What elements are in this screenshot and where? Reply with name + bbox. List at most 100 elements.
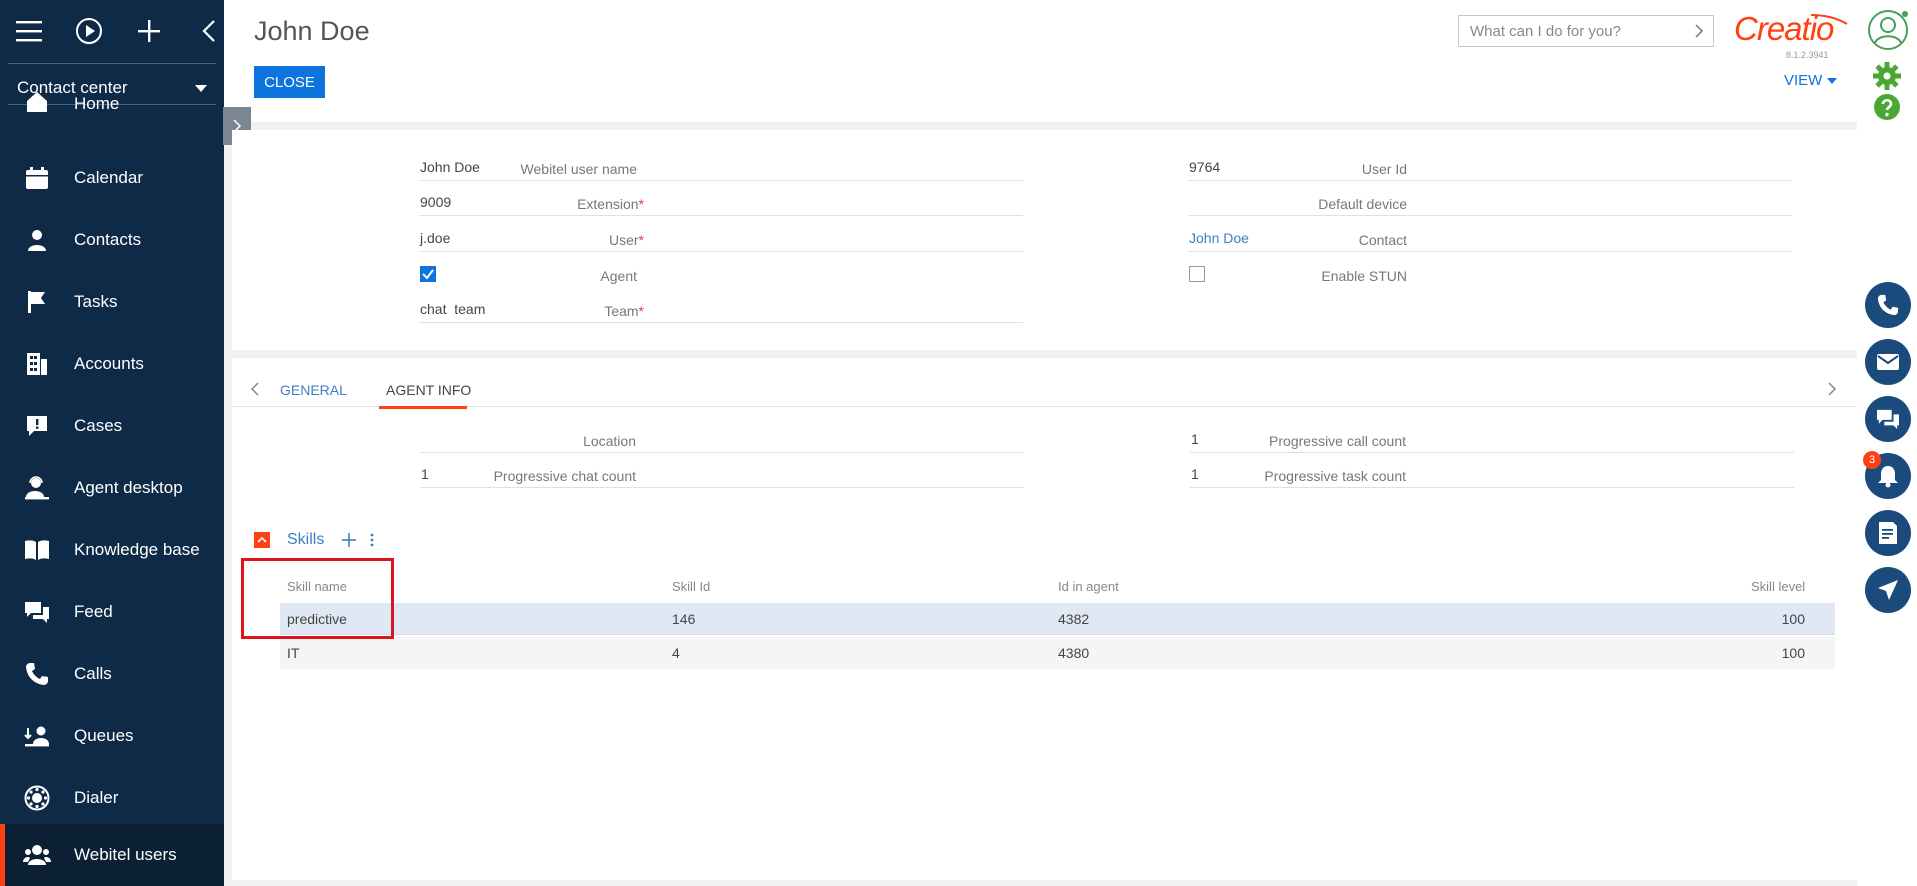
- notification-count-badge: 3: [1863, 451, 1881, 469]
- checkmark-icon: [422, 269, 434, 280]
- collapse-sidebar-icon[interactable]: [194, 16, 224, 46]
- webitel-user-name-field[interactable]: John Doe: [419, 153, 1023, 181]
- view-label: VIEW: [1784, 72, 1823, 89]
- tasks-flag-icon: [0, 290, 74, 314]
- communication-panel: [1857, 0, 1917, 886]
- user-field[interactable]: j.doe: [419, 224, 1023, 252]
- cases-icon: [0, 414, 74, 438]
- command-search-input[interactable]: What can I do for you?: [1458, 15, 1714, 47]
- contact-link[interactable]: John Doe: [1188, 224, 1792, 252]
- sidebar-item-home[interactable]: Home: [0, 86, 224, 114]
- sidebar-item-queues[interactable]: Queues: [0, 708, 224, 764]
- sidebar-item-label: Contacts: [74, 230, 142, 249]
- more-options-icon[interactable]: [370, 533, 374, 547]
- tab-bar: GENERAL AGENT INFO: [232, 358, 1865, 409]
- email-icon: [1877, 354, 1899, 370]
- contacts-icon: [0, 228, 74, 252]
- sidebar-item-webitel-users[interactable]: Webitel users: [0, 824, 224, 886]
- sidebar-item-label: Cases: [74, 416, 123, 435]
- gear-icon[interactable]: [1872, 61, 1902, 91]
- enable-stun-label: Enable STUN: [1321, 268, 1407, 284]
- view-button[interactable]: VIEW: [1784, 72, 1838, 89]
- sidebar-item-label: Tasks: [74, 292, 118, 311]
- close-button[interactable]: CLOSE: [254, 66, 325, 98]
- highlight-annotation-box: [241, 558, 394, 639]
- column-header-id-in-agent[interactable]: Id in agent: [1058, 579, 1119, 594]
- home-icon: [0, 90, 74, 114]
- sidebar-item-label: Agent desktop: [74, 478, 183, 497]
- progressive-chat-count-field[interactable]: 1: [420, 460, 1024, 488]
- tab-agent-info[interactable]: AGENT INFO: [386, 382, 471, 398]
- sidebar-item-label: Knowledge base: [74, 540, 200, 559]
- sidebar-item-label: Accounts: [74, 354, 144, 373]
- id-in-agent-cell: 4380: [1058, 645, 1090, 661]
- user-profile-avatar-icon[interactable]: [1866, 8, 1910, 52]
- sidebar-item-cases[interactable]: Cases: [0, 398, 224, 454]
- skills-title: Skills: [287, 531, 325, 548]
- column-header-skill-id[interactable]: Skill Id: [672, 579, 710, 594]
- document-icon: [1879, 522, 1897, 544]
- chevron-right-icon[interactable]: [1828, 382, 1837, 396]
- chevron-up-icon: [257, 536, 267, 543]
- sidebar-item-feed[interactable]: Feed: [0, 584, 224, 640]
- agent-desktop-icon: [0, 476, 74, 500]
- id-in-agent-cell: 4382: [1058, 611, 1090, 627]
- accounts-building-icon: [0, 352, 74, 376]
- team-field[interactable]: chat team: [419, 295, 1023, 323]
- sidebar-item-tasks[interactable]: Tasks: [0, 274, 224, 330]
- divider: [8, 63, 216, 64]
- skill-level-cell: 100: [1781, 645, 1805, 661]
- chevron-left-icon[interactable]: [250, 382, 259, 396]
- collapse-detail-button[interactable]: [254, 532, 270, 548]
- sidebar-item-contacts[interactable]: Contacts: [0, 212, 224, 268]
- table-row[interactable]: IT 4 4380 100: [280, 637, 1835, 669]
- search-placeholder: What can I do for you?: [1470, 22, 1621, 40]
- calls-phone-icon: [0, 662, 74, 686]
- sidebar: Contact center Home Calendar Contacts Ta…: [0, 0, 224, 886]
- bell-icon: [1878, 466, 1898, 488]
- tab-general[interactable]: GENERAL: [280, 382, 347, 398]
- webitel-users-icon: [0, 843, 74, 867]
- sidebar-item-label: Dialer: [74, 788, 119, 807]
- sidebar-toolbar: [0, 0, 224, 62]
- sidebar-item-calls[interactable]: Calls: [0, 646, 224, 702]
- default-device-field[interactable]: [1188, 188, 1792, 216]
- user-id-field[interactable]: 9764: [1188, 153, 1792, 181]
- email-button[interactable]: [1865, 339, 1911, 385]
- phone-button[interactable]: [1865, 282, 1911, 328]
- add-skill-icon[interactable]: [342, 533, 357, 547]
- sidebar-item-label: Queues: [74, 726, 134, 745]
- send-button[interactable]: [1865, 567, 1911, 613]
- enable-stun-checkbox[interactable]: [1189, 266, 1205, 282]
- sidebar-item-knowledge-base[interactable]: Knowledge base: [0, 522, 224, 578]
- primary-fields-card: Webitel user name John Doe Extension* 90…: [232, 130, 1857, 350]
- progressive-task-count-field[interactable]: 1: [1190, 460, 1794, 488]
- extension-field[interactable]: 9009: [419, 188, 1023, 216]
- table-row[interactable]: predictive 146 4382 100: [280, 603, 1835, 635]
- hamburger-menu-icon[interactable]: [14, 16, 44, 46]
- chat-button[interactable]: [1865, 396, 1911, 442]
- feed-document-button[interactable]: [1865, 510, 1911, 556]
- progressive-call-count-field[interactable]: 1: [1190, 425, 1794, 453]
- sidebar-item-agent-desktop[interactable]: Agent desktop: [0, 460, 224, 516]
- dialer-icon: [0, 785, 74, 811]
- sidebar-item-calendar[interactable]: Calendar: [0, 150, 224, 206]
- skill-level-cell: 100: [1781, 611, 1805, 627]
- chevron-right-icon[interactable]: [1695, 24, 1704, 42]
- help-icon[interactable]: [1873, 93, 1901, 121]
- column-header-skill-level[interactable]: Skill level: [1751, 579, 1805, 594]
- sidebar-item-label: Feed: [74, 602, 113, 621]
- add-icon[interactable]: [134, 16, 164, 46]
- agent-label: Agent: [600, 268, 637, 284]
- queues-icon: [0, 724, 74, 748]
- skill-id-cell: 4: [672, 645, 680, 661]
- agent-checkbox[interactable]: [420, 266, 436, 282]
- location-field[interactable]: [420, 425, 1024, 453]
- play-process-icon[interactable]: [74, 16, 104, 46]
- sidebar-item-dialer[interactable]: Dialer: [0, 770, 224, 826]
- page-header: John Doe CLOSE What can I do for you? Cr…: [224, 0, 1857, 122]
- active-tab-indicator: [379, 406, 467, 409]
- skills-detail-header: Skills: [254, 531, 374, 549]
- calendar-icon: [0, 166, 74, 190]
- sidebar-item-accounts[interactable]: Accounts: [0, 336, 224, 392]
